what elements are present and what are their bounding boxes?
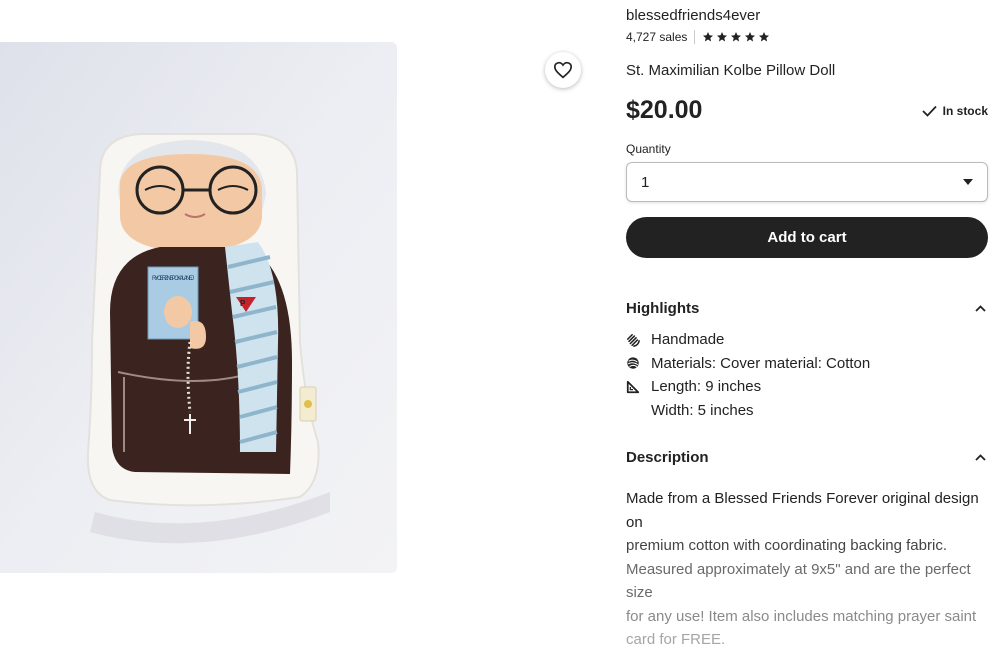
star-icon — [717, 32, 728, 42]
yarn-icon — [627, 357, 639, 369]
heart-icon — [553, 61, 573, 79]
product-price: $20.00 — [626, 96, 703, 124]
chevron-up-icon — [975, 453, 986, 461]
star-icon — [703, 32, 714, 42]
ruler-icon — [626, 380, 640, 393]
pillow-doll-illustration: P RYCERZ NIEPOKALANEJ — [0, 42, 397, 573]
checkmark-icon — [922, 105, 937, 117]
list-item: Length: 9 inches — [626, 375, 988, 399]
caret-down-icon — [963, 179, 973, 185]
rating-stars[interactable] — [702, 31, 770, 43]
product-image[interactable]: P RYCERZ NIEPOKALANEJ — [0, 42, 397, 573]
svg-text:P: P — [240, 299, 246, 308]
quantity-value: 1 — [641, 173, 650, 191]
stock-status: In stock — [922, 104, 988, 118]
highlights-heading: Highlights — [626, 299, 700, 317]
star-icon — [745, 32, 756, 42]
quantity-label: Quantity — [626, 142, 671, 156]
hand-icon — [626, 333, 640, 347]
highlights-toggle[interactable]: Highlights — [626, 297, 988, 319]
chevron-up-icon — [975, 304, 986, 312]
book-text: RYCERZ NIEPOKALANEJ — [152, 276, 194, 282]
star-icon — [731, 32, 742, 42]
add-to-cart-button[interactable]: Add to cart — [626, 217, 988, 258]
description-toggle[interactable]: Description — [626, 446, 988, 468]
list-item: Materials: Cover material: Cotton — [626, 352, 988, 376]
star-icon — [759, 32, 770, 42]
shop-name-link[interactable]: blessedfriends4ever — [626, 7, 760, 24]
description-heading: Description — [626, 448, 709, 466]
divider — [694, 30, 696, 44]
quantity-select[interactable]: 1 — [626, 162, 988, 202]
list-item: Handmade — [626, 328, 988, 352]
highlights-list: Handmade Materials: Cover material: Cott… — [626, 328, 988, 422]
product-title: St. Maximilian Kolbe Pillow Doll — [626, 62, 836, 79]
favorite-button[interactable] — [545, 52, 581, 88]
list-item: Width: 5 inches — [651, 401, 754, 419]
description-text: Made from a Blessed Friends Forever orig… — [626, 490, 979, 648]
sales-count: 4,727 sales — [626, 30, 688, 44]
stock-label: In stock — [942, 104, 988, 118]
shop-stats: 4,727 sales — [626, 30, 770, 44]
